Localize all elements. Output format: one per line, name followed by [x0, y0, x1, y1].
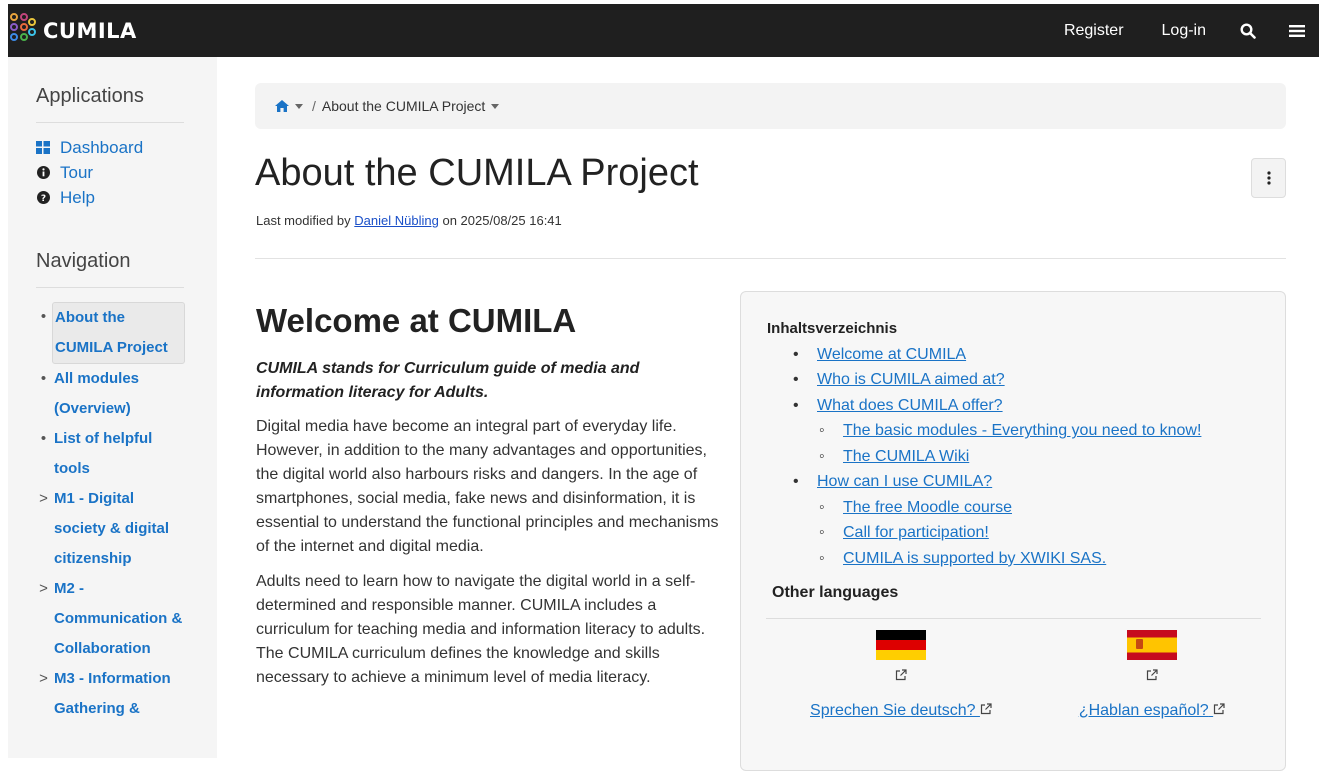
sidebar-item-label: Help	[60, 187, 95, 207]
chevron-down-icon[interactable]	[295, 103, 303, 109]
navigation-heading: Navigation	[36, 250, 131, 272]
main-content: Welcome at CUMILA CUMILA stands for Curr…	[256, 302, 724, 701]
top-navbar: CUMILA Register Log-in	[8, 4, 1319, 57]
external-link-icon	[980, 703, 992, 715]
toc-link[interactable]: How can I use CUMILA?	[817, 473, 992, 491]
toc-subitem: ◦ The free Moodle course	[819, 498, 1012, 517]
sidebar-item-tour[interactable]: Tour	[36, 160, 143, 185]
german-language-link[interactable]: Sprechen Sie deutsch?	[781, 702, 1021, 720]
navigation-tree: • About the CUMILA Project • All modules…	[35, 302, 185, 724]
spanish-language-link[interactable]: ¿Hablan español?	[1032, 702, 1272, 720]
language-german: Sprechen Sie deutsch?	[781, 630, 1021, 720]
breadcrumb: / About the CUMILA Project	[255, 83, 1286, 129]
language-spanish: ¿Hablan español?	[1032, 630, 1272, 720]
sidebar-item-label: All modules (Overview)	[54, 370, 140, 417]
toc-link[interactable]: The free Moodle course	[843, 499, 1012, 517]
expand-chevron-icon[interactable]: >	[35, 574, 52, 664]
left-sidebar: Applications Dashboard Tour ? Help Navig…	[8, 57, 217, 758]
register-link[interactable]: Register	[1064, 22, 1124, 40]
applications-heading: Applications	[36, 85, 144, 107]
sidebar-item-m3[interactable]: > M3 - Information Gathering &	[35, 664, 185, 724]
sidebar-item-m1[interactable]: > M1 - Digital society & digital citizen…	[35, 484, 185, 574]
toc-subitem: ◦ The CUMILA Wiki	[819, 447, 970, 466]
page-title: About the CUMILA Project	[255, 152, 699, 194]
page-edge	[0, 0, 8, 758]
login-link[interactable]: Log-in	[1162, 22, 1206, 40]
sidebar-item-label: Tour	[60, 162, 94, 182]
sidebar-item-label: List of helpful tools	[54, 430, 153, 477]
sidebar-item-label: M1 - Digital society & digital citizensh…	[54, 490, 170, 567]
sidebar-item-dashboard[interactable]: Dashboard	[36, 135, 143, 160]
chevron-down-icon[interactable]	[491, 103, 500, 109]
bullet-marker: •	[40, 430, 47, 447]
table-of-contents-box: Inhaltsverzeichnis • Welcome at CUMILA • W…	[740, 291, 1286, 771]
spain-flag[interactable]	[1127, 630, 1177, 660]
meta-suffix: on 2025/08/25 16:41	[442, 213, 562, 228]
paragraph: Digital media have become an integral pa…	[256, 418, 719, 555]
bullet-marker: •	[40, 370, 47, 387]
divider	[766, 618, 1261, 619]
question-icon: ?	[36, 191, 50, 205]
toc-subitem: ◦ Call for participation!	[819, 524, 989, 542]
sidebar-item-helpful-tools[interactable]: • List of helpful tools	[35, 424, 185, 484]
more-actions-icon	[1266, 171, 1271, 185]
svg-text:?: ?	[40, 194, 45, 204]
lead-text: CUMILA stands for Curriculum guide of me…	[256, 360, 640, 401]
sidebar-item-help[interactable]: ? Help	[36, 185, 143, 210]
sidebar-item-about[interactable]: • About the CUMILA Project	[35, 302, 185, 364]
toc-link[interactable]: What does CUMILA offer?	[817, 397, 1003, 415]
expand-chevron-icon[interactable]: >	[35, 484, 52, 574]
toc-item: • Welcome at CUMILA	[793, 345, 967, 364]
external-link-icon	[1032, 668, 1272, 682]
section-heading: Welcome at CUMILA	[256, 302, 577, 339]
breadcrumb-separator: /	[312, 98, 316, 114]
toc-link[interactable]: The CUMILA Wiki	[843, 448, 969, 466]
sidebar-item-label: M2 - Communication & Collaboration	[54, 580, 183, 657]
bullet-marker: •	[40, 308, 47, 325]
sidebar-item-label: About the CUMILA Project	[52, 302, 185, 364]
toc-subitem: ◦ The basic modules - Everything you need…	[819, 422, 1202, 440]
home-icon[interactable]	[275, 100, 289, 112]
toc-item: • How can I use CUMILA?	[793, 473, 993, 491]
divider	[255, 258, 1286, 259]
paragraph: Adults need to learn how to navigate the…	[256, 573, 706, 686]
toc-link[interactable]: Welcome at CUMILA	[817, 346, 966, 364]
external-link-icon	[1213, 703, 1225, 715]
cumila-logo-icon	[10, 13, 36, 49]
toc-item: • Who is CUMILA aimed at?	[793, 371, 1005, 389]
toc-link[interactable]: CUMILA is supported by XWIKI SAS.	[843, 550, 1106, 568]
toc-item: • What does CUMILA offer?	[793, 396, 1003, 415]
other-languages-title: Other languages	[772, 584, 899, 601]
applications-list: Dashboard Tour ? Help	[36, 135, 143, 210]
last-modified: Last modified by Daniel Nübling on 2025/…	[256, 213, 562, 228]
brand-name: CUMILA	[43, 19, 137, 43]
meta-prefix: Last modified by	[256, 213, 351, 228]
sidebar-item-m2[interactable]: > M2 - Communication & Collaboration	[35, 574, 185, 664]
toc-list: • Welcome at CUMILA • Who is CUMILA aimed …	[793, 342, 1283, 572]
brand[interactable]: CUMILA	[8, 12, 137, 50]
more-actions-button[interactable]	[1251, 158, 1286, 198]
hamburger-menu-icon[interactable]	[1289, 24, 1305, 38]
expand-chevron-icon[interactable]: >	[35, 664, 52, 724]
author-link[interactable]: Daniel Nübling	[354, 213, 439, 228]
sidebar-item-label: M3 - Information Gathering &	[54, 670, 171, 717]
breadcrumb-current[interactable]: About the CUMILA Project	[322, 98, 485, 114]
sidebar-item-all-modules[interactable]: • All modules (Overview)	[35, 364, 185, 424]
toc-link[interactable]: The basic modules - Everything you need …	[843, 422, 1201, 440]
divider	[36, 122, 184, 123]
toc-link[interactable]: Call for participation!	[843, 524, 989, 542]
toc-subitem: ◦ CUMILA is supported by XWIKI SAS.	[819, 549, 1107, 568]
toc-link[interactable]: Who is CUMILA aimed at?	[817, 371, 1005, 389]
germany-flag[interactable]	[876, 630, 926, 660]
toc-title: Inhaltsverzeichnis	[767, 320, 898, 337]
search-icon[interactable]	[1240, 22, 1256, 39]
dashboard-icon	[36, 141, 50, 155]
sidebar-item-label: Dashboard	[60, 137, 144, 157]
external-link-icon	[781, 668, 1021, 682]
info-icon	[36, 166, 50, 180]
divider	[36, 287, 184, 288]
navbar-actions: Register Log-in	[1064, 4, 1319, 57]
